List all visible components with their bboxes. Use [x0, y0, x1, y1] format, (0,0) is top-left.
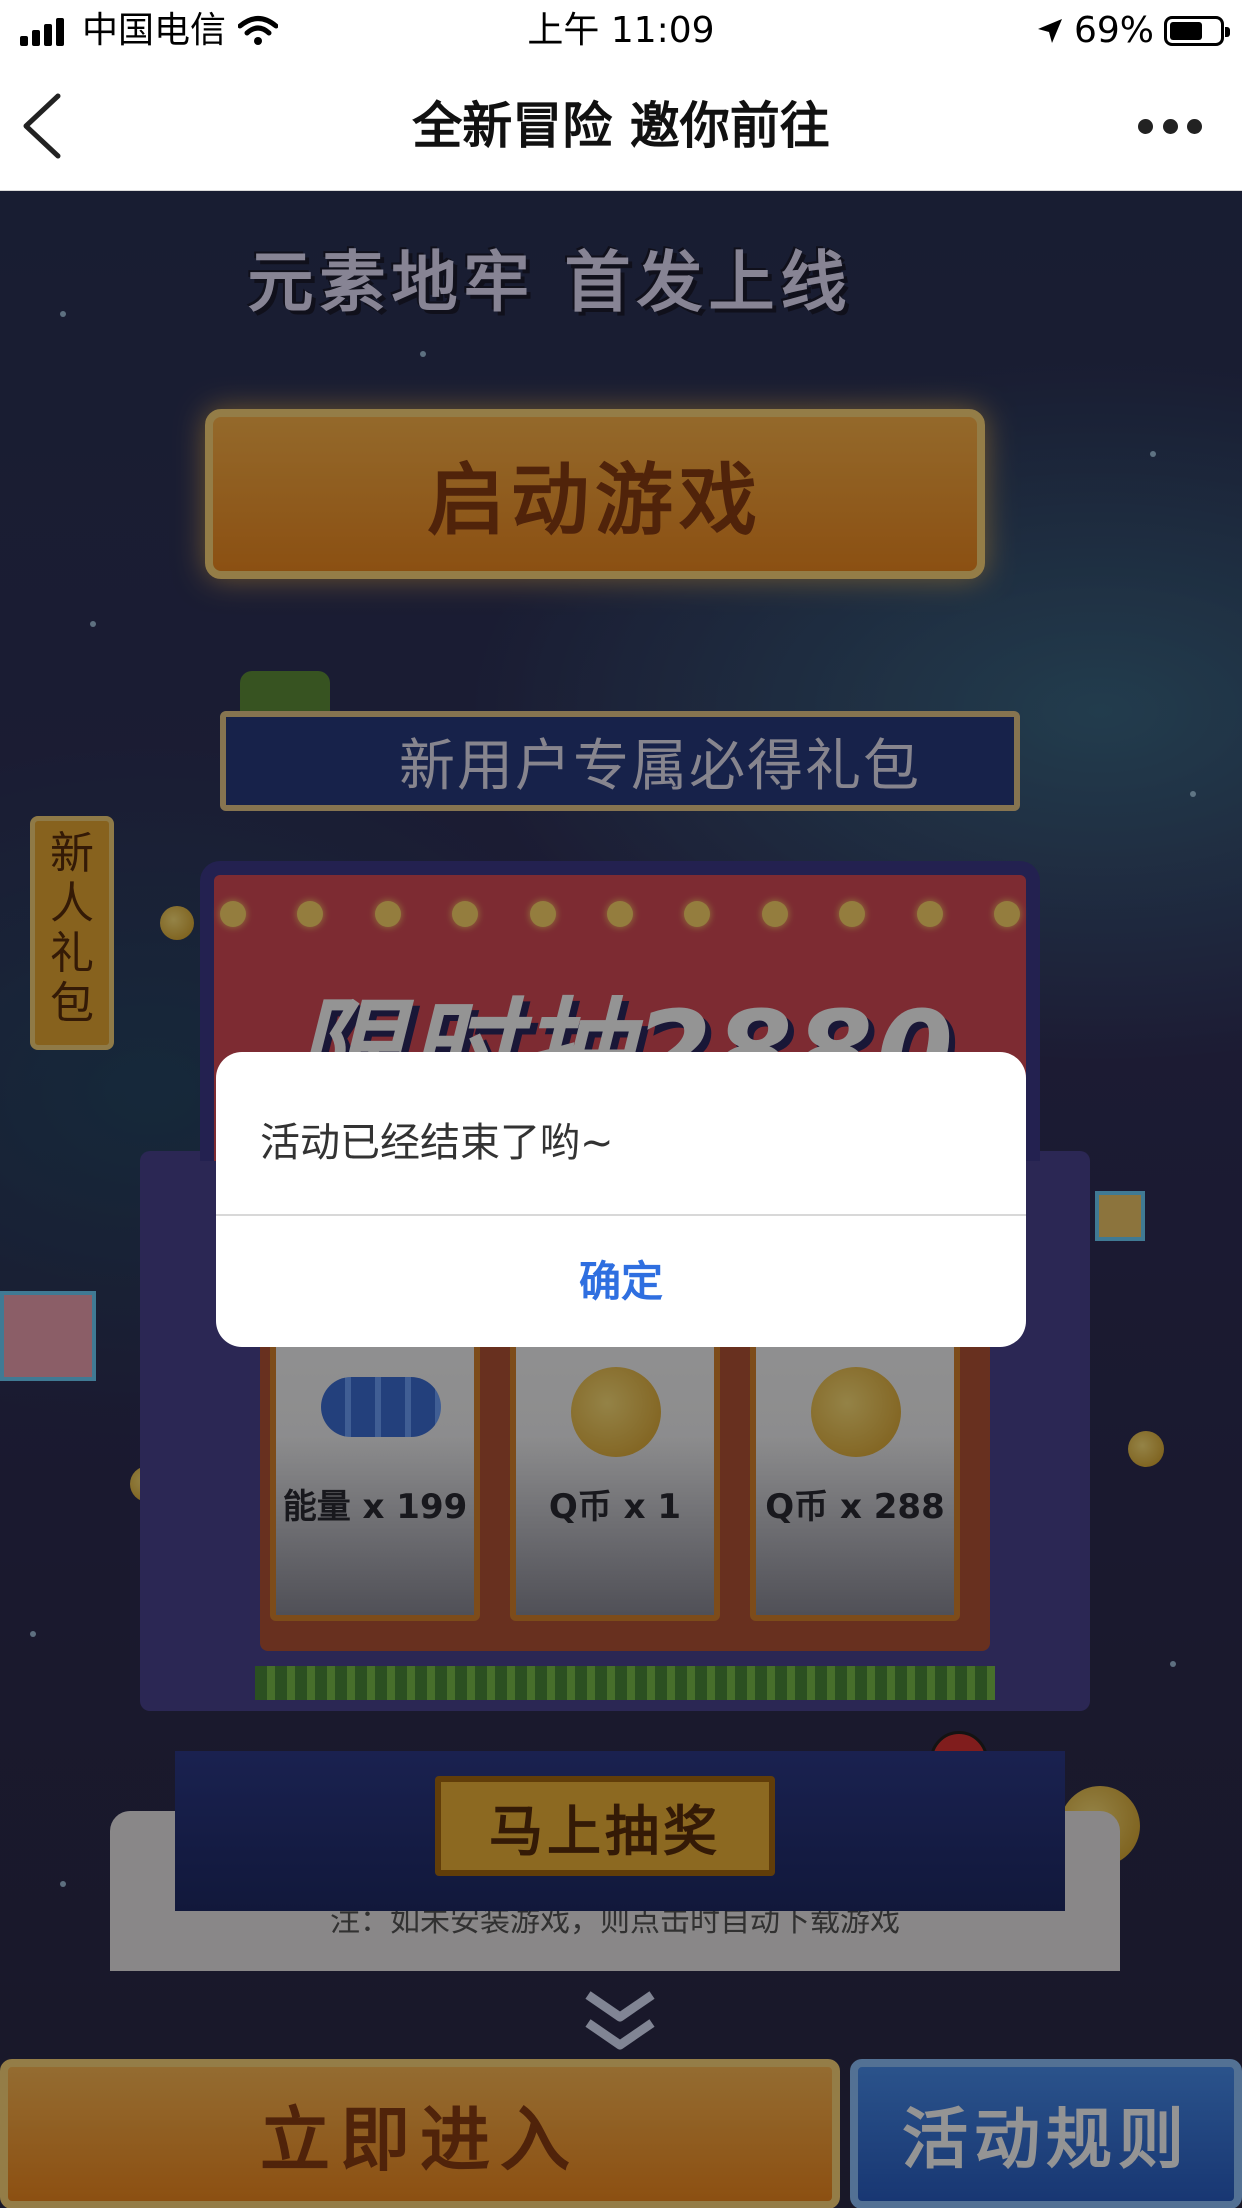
location-arrow-icon	[1037, 19, 1062, 43]
nav-bar: 全新冒险 邀你前往	[0, 62, 1242, 191]
dialog-message: 活动已经结束了哟~	[260, 1120, 614, 1166]
alert-dialog: 活动已经结束了哟~ 确定	[216, 1052, 1026, 1347]
battery-icon	[1164, 16, 1230, 46]
status-bar-right: 69%	[1036, 0, 1230, 62]
status-bar: 中国电信 上午 11:09 69%	[0, 0, 1242, 62]
more-options-icon[interactable]	[1138, 112, 1202, 140]
confirm-button[interactable]: 确定	[216, 1216, 1026, 1347]
page-title: 全新冒险 邀你前往	[412, 97, 830, 155]
battery-percent: 69%	[1073, 10, 1154, 51]
